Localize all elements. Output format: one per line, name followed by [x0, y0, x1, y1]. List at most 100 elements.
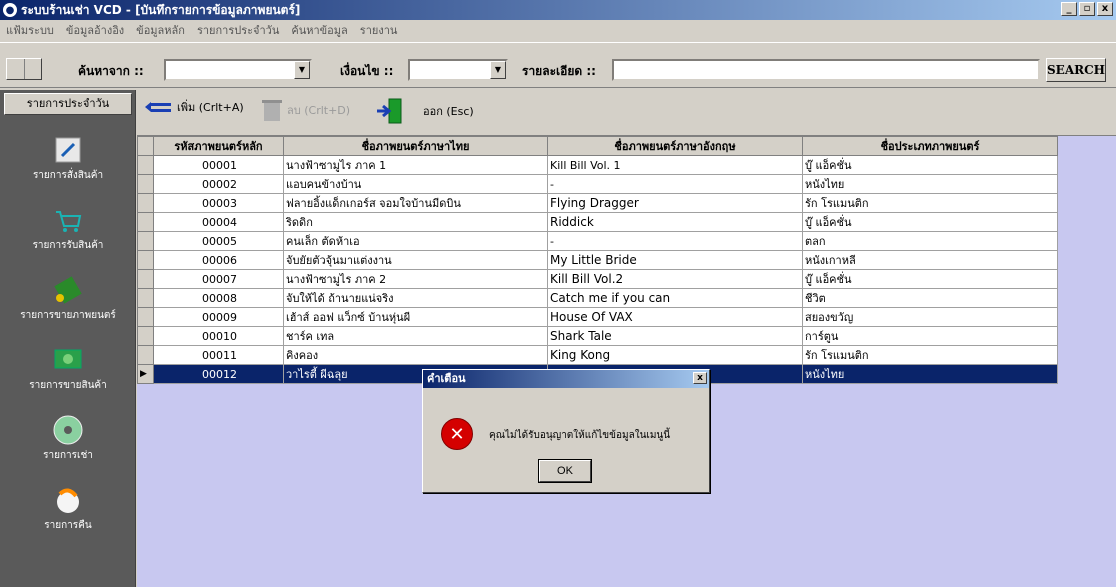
- table-cell: ฟลายอิ้งแด็กเกอร์ส จอมใจบ้านมีดบิน: [283, 193, 548, 213]
- table-row[interactable]: 00001 นางฟ้าซามูไร ภาค 1 Kill Bill Vol. 1บ…: [137, 155, 1058, 175]
- table-row[interactable]: 00002 แอบคนข้างบ้าน - หนังไทย: [137, 174, 1058, 194]
- minimize-button[interactable]: _: [1061, 2, 1077, 16]
- sidebar-item-return[interactable]: รายการคืน: [0, 484, 136, 533]
- table-cell: รัก โรแมนติก: [802, 193, 1058, 213]
- column-header[interactable]: รหัสภาพยนตร์หลัก: [153, 136, 284, 156]
- table-cell: นางฟ้าซามูไร ภาค 1: [283, 155, 548, 175]
- search-from-select[interactable]: ▼: [164, 59, 312, 81]
- row-selector[interactable]: [137, 307, 154, 327]
- detail-label: รายละเอียด ::: [522, 64, 596, 78]
- table-cell: 00001: [153, 155, 284, 175]
- chevron-down-icon[interactable]: ▼: [294, 61, 310, 79]
- delete-button[interactable]: ลบ (Crlt+D): [261, 98, 350, 122]
- condition-select[interactable]: ▼: [408, 59, 508, 81]
- row-selector[interactable]: [137, 231, 154, 251]
- table-row[interactable]: 00007 นางฟ้าซามูไร ภาค 2 Kill Bill Vol.2 บู…: [137, 269, 1058, 289]
- table-cell: หนังไทย: [802, 364, 1058, 384]
- table-cell: 00010: [153, 326, 284, 346]
- dialog-message: คุณไม่ได้รับอนุญาตให้แก้ไขข้อมูลในเมนูนี…: [489, 430, 671, 441]
- exit-door-icon: [377, 98, 402, 124]
- error-icon: ✕: [441, 418, 473, 450]
- table-row[interactable]: 00008 จับให้ได้ ถ้านายแน่จริง Catch me if …: [137, 288, 1058, 308]
- return-icon: [57, 488, 79, 513]
- disc-icon: [53, 415, 83, 445]
- table-cell: บู๊ แอ็คชั่น: [802, 212, 1058, 232]
- menu-master[interactable]: ข้อมูลหลัก: [134, 21, 187, 39]
- column-header[interactable]: ชื่อภาพยนตร์ภาษาอังกฤษ: [547, 136, 803, 156]
- sidebar-item-receive[interactable]: รายการรับสินค้า: [0, 204, 136, 253]
- menu-reference[interactable]: ข้อมูลอ้างอิง: [64, 21, 126, 39]
- toolbar-divider: [24, 59, 25, 79]
- table-row[interactable]: 00005 คนเล็ก ตัดห้าเอ - ตลก: [137, 231, 1058, 251]
- table-cell: Shark Tale: [547, 326, 803, 346]
- add-icon: [145, 102, 171, 112]
- menu-search[interactable]: ค้นหาข้อมูล: [289, 21, 349, 39]
- sidebar-item-label: รายการขายสินค้า: [29, 380, 107, 391]
- table-row[interactable]: 00011 คิงคอง King Kong รัก โรแมนติก: [137, 345, 1058, 365]
- add-button[interactable]: เพิ่ม (Crlt+A): [145, 98, 244, 116]
- dialog-close-button[interactable]: x: [693, 372, 707, 384]
- sidebar-item-order[interactable]: รายการสั่งสินค้า: [0, 134, 136, 183]
- table-cell: 00005: [153, 231, 284, 251]
- column-header[interactable]: ชื่อประเภทภาพยนตร์: [802, 136, 1058, 156]
- add-label: เพิ่ม (Crlt+A): [177, 101, 244, 114]
- table-row[interactable]: 00009 เฮ้าส์ ออฟ แว็กซ์ บ้านหุ่นผี House O…: [137, 307, 1058, 327]
- table-cell: ชีวิต: [802, 288, 1058, 308]
- exit-button[interactable]: ออก (Esc): [375, 98, 474, 124]
- table-cell: สยองขวัญ: [802, 307, 1058, 327]
- chevron-down-icon[interactable]: ▼: [490, 61, 506, 79]
- menu-file[interactable]: แฟ้มระบบ: [4, 21, 56, 39]
- delete-label: ลบ (Crlt+D): [287, 104, 351, 117]
- trash-icon: [262, 100, 282, 121]
- sidebar-item-label: รายการคืน: [44, 520, 92, 531]
- maximize-button[interactable]: ▫: [1079, 2, 1095, 16]
- table-cell: การ์ตูน: [802, 326, 1058, 346]
- row-selector-current[interactable]: ▶: [137, 364, 154, 384]
- detail-input[interactable]: [612, 59, 1040, 81]
- sidebar-item-rent[interactable]: รายการเช่า: [0, 414, 136, 463]
- table-cell: ชาร์ค เทล: [283, 326, 548, 346]
- table-cell: แอบคนข้างบ้าน: [283, 174, 548, 194]
- row-selector[interactable]: [137, 269, 154, 289]
- row-selector[interactable]: [137, 193, 154, 213]
- table-cell: ริดดิก: [283, 212, 548, 232]
- table-row[interactable]: 00010 ชาร์ค เทล Shark Tale การ์ตูน: [137, 326, 1058, 346]
- column-header[interactable]: ชื่อภาพยนตร์ภาษาไทย: [283, 136, 548, 156]
- film-icon: [54, 276, 82, 304]
- sidebar-item-label: รายการเช่า: [43, 450, 93, 461]
- table-cell: -: [547, 174, 803, 194]
- search-toolbar: ค้นหาจาก :: ▼ เงื่อนไข :: ▼ รายละเอียด :…: [0, 42, 1116, 88]
- table-cell: เฮ้าส์ ออฟ แว็กซ์ บ้านหุ่นผี: [283, 307, 548, 327]
- table-row[interactable]: 00006 จับยัยตัวจุ้นมาแต่งงาน My Little Bri…: [137, 250, 1058, 270]
- menu-daily[interactable]: รายการประจำวัน: [195, 21, 281, 39]
- row-selector[interactable]: [137, 155, 154, 175]
- row-selector[interactable]: [137, 250, 154, 270]
- sidebar-item-sell-movie[interactable]: รายการขายภาพยนตร์: [0, 274, 136, 323]
- row-selector[interactable]: [137, 326, 154, 346]
- app-window: ● ระบบร้านเช่า VCD - [บันทึกรายการข้อมูล…: [0, 0, 1116, 587]
- window-title: ระบบร้านเช่า VCD - [บันทึกรายการข้อมูลภา…: [21, 2, 301, 17]
- table-cell: Kill Bill Vol.2: [547, 269, 803, 289]
- ok-button[interactable]: OK: [538, 459, 592, 483]
- sidebar-item-sell-goods[interactable]: รายการขายสินค้า: [0, 344, 136, 393]
- table-cell: จับยัยตัวจุ้นมาแต่งงาน: [283, 250, 548, 270]
- table-row[interactable]: 00004 ริดดิก Riddick บู๊ แอ็คชั่น: [137, 212, 1058, 232]
- search-button[interactable]: SEARCH: [1046, 58, 1106, 82]
- table-cell: Catch me if you can: [547, 288, 803, 308]
- row-selector[interactable]: [137, 345, 154, 365]
- table-cell: 00004: [153, 212, 284, 232]
- table-corner: [137, 136, 154, 156]
- condition-label: เงื่อนไข ::: [340, 64, 394, 78]
- row-selector[interactable]: [137, 174, 154, 194]
- title-bar: ● ระบบร้านเช่า VCD - [บันทึกรายการข้อมูล…: [0, 0, 1116, 20]
- table-cell: ตลก: [802, 231, 1058, 251]
- table-row[interactable]: 00003 ฟลายอิ้งแด็กเกอร์ส จอมใจบ้านมีดบิน F…: [137, 193, 1058, 213]
- table-cell: 00011: [153, 345, 284, 365]
- app-icon: ●: [3, 3, 17, 17]
- row-selector[interactable]: [137, 288, 154, 308]
- table-cell: หนังเกาหลี: [802, 250, 1058, 270]
- menu-report[interactable]: รายงาน: [358, 21, 400, 39]
- table-cell: หนังไทย: [802, 174, 1058, 194]
- close-button[interactable]: x: [1097, 2, 1113, 16]
- row-selector[interactable]: [137, 212, 154, 232]
